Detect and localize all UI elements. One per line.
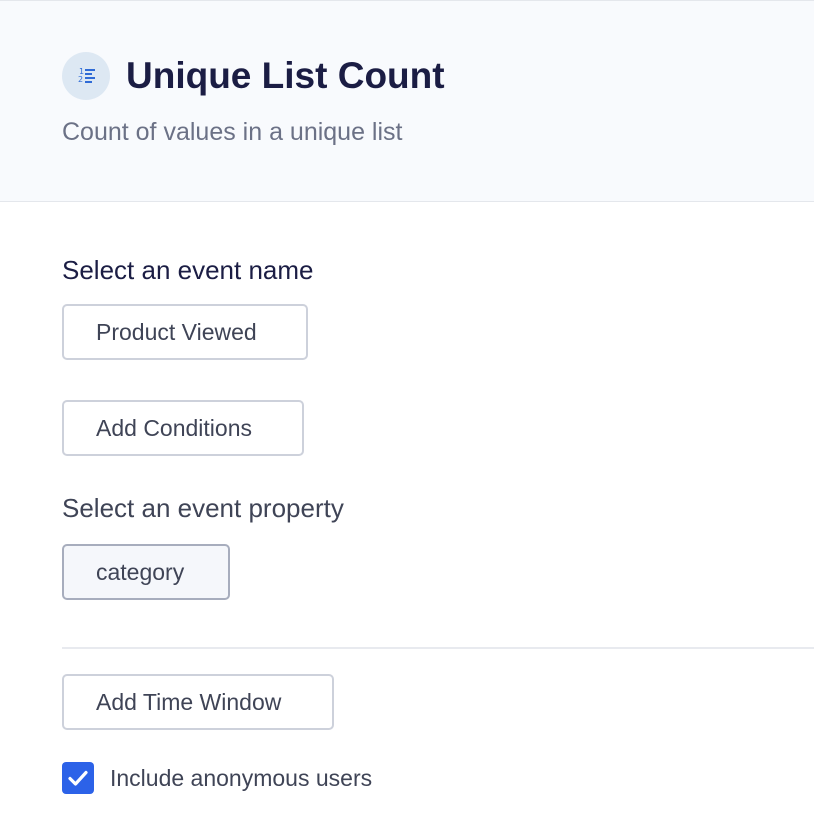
add-conditions-button[interactable]: Add Conditions bbox=[62, 400, 304, 456]
svg-text:2: 2 bbox=[78, 75, 83, 84]
include-anonymous-checkbox[interactable] bbox=[62, 762, 94, 794]
event-name-select[interactable]: Product Viewed bbox=[62, 304, 308, 360]
page-title: Unique List Count bbox=[126, 55, 445, 96]
event-name-label: Select an event name bbox=[62, 255, 314, 285]
event-property-label: Select an event property bbox=[62, 493, 344, 523]
numbered-list-icon: 1 2 bbox=[62, 52, 110, 100]
metric-config-panel: 1 2 Unique List Count Count of values in… bbox=[0, 0, 814, 832]
include-anonymous-label[interactable]: Include anonymous users bbox=[110, 762, 372, 794]
metric-header: 1 2 Unique List Count Count of values in… bbox=[0, 0, 814, 202]
checkmark-icon bbox=[68, 770, 88, 786]
event-property-select[interactable]: category bbox=[62, 544, 230, 600]
section-divider bbox=[62, 647, 814, 649]
page-subtitle: Count of values in a unique list bbox=[62, 118, 403, 146]
add-time-window-button[interactable]: Add Time Window bbox=[62, 674, 334, 730]
